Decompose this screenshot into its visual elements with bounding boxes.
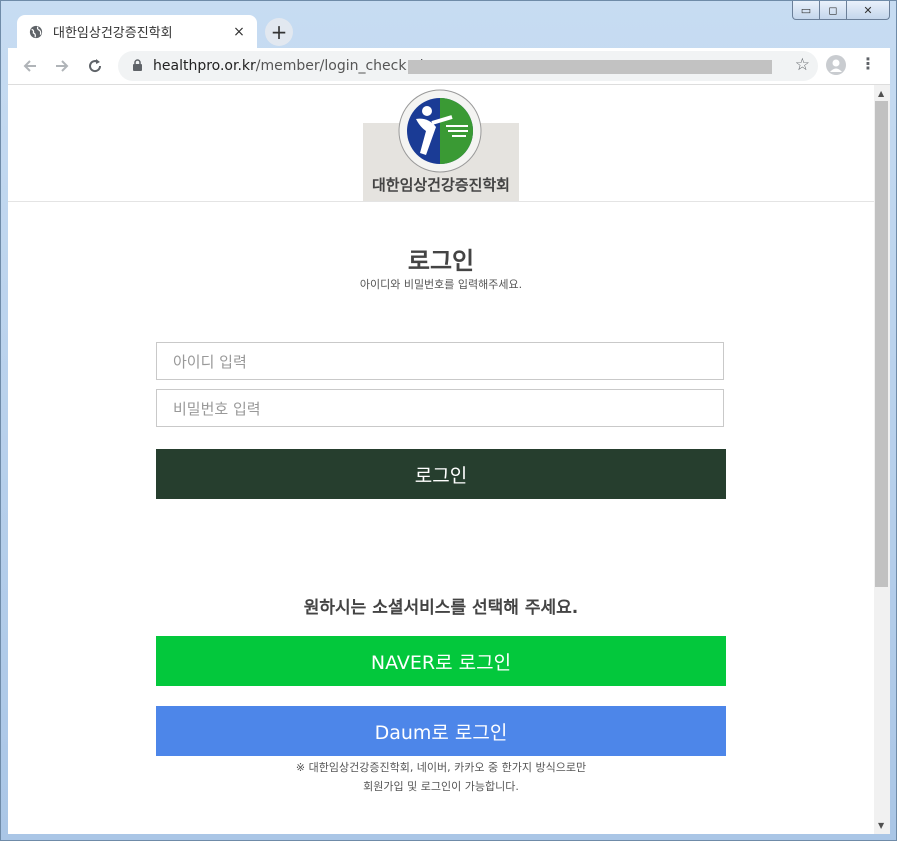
login-subtitle: 아이디와 비밀번호를 입력해주세요. bbox=[359, 278, 523, 291]
forward-icon[interactable] bbox=[50, 54, 74, 78]
login-note: ※ 대한임상건강증진학회, 네이버, 카카오 중 한가지 방식으로만 회원가입 … bbox=[8, 758, 874, 796]
note-line-1: ※ 대한임상건강증진학회, 네이버, 카카오 중 한가지 방식으로만 bbox=[295, 761, 587, 774]
maximize-button[interactable]: ◻ bbox=[819, 1, 847, 20]
url-text: healthpro.or.kr/member/login_check.php bbox=[153, 58, 438, 74]
page-scrollbar[interactable]: ▲ ▼ bbox=[874, 85, 890, 834]
close-window-button[interactable]: ✕ bbox=[846, 1, 890, 20]
globe-icon bbox=[29, 25, 43, 38]
window-controls: ▭ ◻ ✕ bbox=[792, 1, 890, 20]
scroll-down-icon[interactable]: ▼ bbox=[878, 821, 884, 830]
back-icon[interactable] bbox=[18, 54, 42, 78]
new-tab-button[interactable]: + bbox=[265, 18, 293, 46]
scroll-up-icon[interactable]: ▲ bbox=[878, 89, 884, 98]
id-input[interactable]: 아이디 입력 bbox=[156, 342, 724, 380]
logo-text: 대한임상건강증진학회 bbox=[371, 176, 510, 194]
login-title: 로그인 bbox=[407, 247, 475, 275]
social-title: 원하시는 소셜서비스를 선택해 주세요. bbox=[303, 598, 579, 618]
lock-icon bbox=[133, 59, 142, 71]
note-line-2: 회원가입 및 로그인이 가능합니다. bbox=[363, 780, 519, 793]
bookmark-star-icon[interactable]: ☆ bbox=[795, 55, 810, 75]
more-menu-icon[interactable]: ⋮ bbox=[860, 54, 876, 73]
login-button[interactable]: 로그인 bbox=[156, 449, 726, 499]
reload-icon[interactable] bbox=[83, 54, 107, 78]
page-viewport: 대한임상건강증진학회 로그인 아이디와 비밀번호를 입력해주세요. 아이디 입력… bbox=[8, 85, 874, 834]
tab-title: 대한임상건강증진학회 bbox=[53, 26, 173, 41]
browser-window: ▭ ◻ ✕ 대한임상건강증진학회 × + healthpro.or.kr/mem… bbox=[0, 0, 897, 841]
site-header: 대한임상건강증진학회 bbox=[8, 85, 874, 202]
address-bar[interactable]: healthpro.or.kr/member/login_check.php ☆ bbox=[118, 51, 818, 81]
naver-login-button[interactable]: NAVER로 로그인 bbox=[156, 636, 726, 686]
browser-toolbar: healthpro.or.kr/member/login_check.php ☆… bbox=[8, 48, 890, 85]
society-seal-icon bbox=[398, 89, 482, 173]
site-logo[interactable]: 대한임상건강증진학회 bbox=[363, 85, 519, 201]
scroll-thumb[interactable] bbox=[875, 101, 888, 587]
redacted-region bbox=[408, 60, 772, 74]
daum-login-button[interactable]: Daum로 로그인 bbox=[156, 706, 726, 756]
url-host: healthpro.or.kr bbox=[153, 58, 256, 74]
minimize-button[interactable]: ▭ bbox=[792, 1, 820, 20]
profile-avatar-icon[interactable] bbox=[826, 55, 846, 75]
browser-tab[interactable]: 대한임상건강증진학회 × bbox=[17, 15, 257, 48]
tab-close-icon[interactable]: × bbox=[229, 24, 249, 40]
password-input[interactable]: 비밀번호 입력 bbox=[156, 389, 724, 427]
